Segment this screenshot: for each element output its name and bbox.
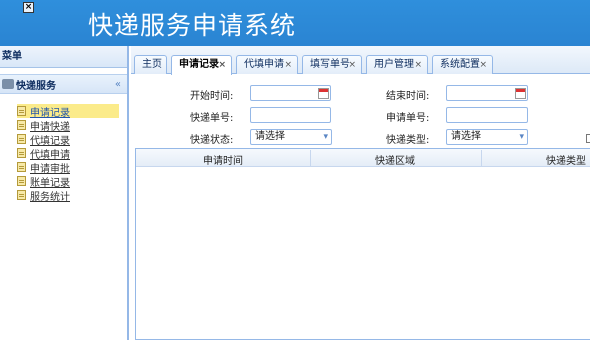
express-status-label: 快递状态:: [190, 135, 234, 146]
tab-user-management[interactable]: 用户管理 ×: [366, 55, 428, 74]
apply-no-input[interactable]: [446, 107, 528, 123]
table-header: 申请时间 快递区域 快递类型: [136, 149, 590, 167]
column-header-apply-time[interactable]: 申请时间: [203, 152, 243, 167]
sidebar-title: 菜单: [0, 46, 127, 68]
sidebar-item-label: 申请快递: [30, 121, 70, 133]
sidebar-item-label: 代填申请: [30, 149, 70, 161]
sidebar-item-label: 申请记录: [30, 107, 70, 119]
document-icon: [17, 106, 26, 116]
sidebar-item-statistics[interactable]: 服务统计: [17, 188, 127, 203]
chevron-down-icon: ▾: [519, 132, 524, 142]
sidebar-item-label: 服务统计: [30, 191, 70, 203]
express-no-input[interactable]: [250, 107, 331, 123]
express-no-label: 快递单号:: [190, 113, 234, 124]
sidebar-group-label: 快递服务: [16, 80, 56, 92]
chevron-down-icon: ▾: [323, 132, 328, 142]
tab-label: 申请记录: [179, 59, 219, 70]
end-time-input[interactable]: [446, 85, 528, 101]
tab-label: 主页: [142, 59, 162, 70]
start-time-input[interactable]: [250, 85, 331, 101]
sidebar-item-proxy-records[interactable]: 代填记录: [17, 132, 127, 147]
document-icon: [17, 120, 26, 130]
express-status-select[interactable]: 请选择 ▾: [250, 129, 332, 145]
tab-label: 用户管理: [374, 59, 414, 70]
tab-close-icon[interactable]: ×: [348, 56, 356, 74]
sidebar-item-proxy-apply[interactable]: 代填申请: [17, 146, 127, 161]
main-panel: 主页 申请记录 × 代填申请 × 填写单号 × 用户管理 × 系统配置 × 开始时间: 结…: [131, 46, 590, 340]
tab-label: 填写单号: [310, 59, 350, 70]
tab-close-icon[interactable]: ×: [479, 56, 487, 74]
document-icon: [17, 134, 26, 144]
column-divider[interactable]: [481, 150, 482, 166]
tab-home[interactable]: 主页: [134, 55, 167, 74]
tab-close-icon[interactable]: ×: [414, 56, 422, 74]
tab-bar: 主页 申请记录 × 代填申请 × 填写单号 × 用户管理 × 系统配置 ×: [131, 46, 590, 75]
sidebar-item-apply-express[interactable]: 申请快递: [17, 118, 127, 133]
app-title: 快递服务申请系统: [88, 11, 297, 40]
calendar-icon[interactable]: [515, 88, 526, 99]
printer-icon: [2, 79, 14, 89]
sidebar: 菜单 快递服务 « 申请记录 申请快递 代填记录 代填申请 申请审批 账单记录 …: [0, 46, 129, 340]
sidebar-item-label: 代填记录: [30, 135, 70, 147]
collapse-icon[interactable]: «: [115, 79, 121, 90]
sidebar-item-label: 申请审批: [30, 163, 70, 175]
checkbox[interactable]: [586, 134, 590, 143]
express-type-label: 快递类型:: [386, 135, 430, 146]
sidebar-group-express[interactable]: 快递服务 «: [0, 74, 127, 94]
sidebar-item-approval[interactable]: 申请审批: [17, 160, 127, 175]
sidebar-item-label: 账单记录: [30, 177, 70, 189]
tab-label: 代填申请: [244, 59, 284, 70]
column-divider[interactable]: [310, 150, 311, 166]
start-time-label: 开始时间:: [190, 91, 234, 102]
tab-label: 系统配置: [440, 59, 480, 70]
document-icon: [17, 162, 26, 172]
sidebar-item-apply-records[interactable]: 申请记录: [17, 104, 119, 119]
tab-fill-number[interactable]: 填写单号 ×: [302, 55, 362, 74]
tab-system-config[interactable]: 系统配置 ×: [432, 55, 493, 74]
express-status-value: 请选择: [255, 131, 285, 142]
sidebar-item-bills[interactable]: 账单记录: [17, 174, 127, 189]
apply-no-label: 申请单号:: [386, 113, 430, 124]
close-icon[interactable]: ×: [23, 2, 34, 13]
tab-close-icon[interactable]: ×: [218, 56, 226, 74]
tab-apply-records[interactable]: 申请记录 ×: [171, 55, 232, 75]
tab-proxy-apply[interactable]: 代填申请 ×: [236, 55, 298, 74]
tab-close-icon[interactable]: ×: [284, 56, 292, 74]
records-table: 申请时间 快递区域 快递类型: [135, 148, 590, 340]
calendar-icon[interactable]: [318, 88, 329, 99]
end-time-label: 结束时间:: [386, 91, 430, 102]
document-icon: [17, 176, 26, 186]
express-type-select[interactable]: 请选择 ▾: [446, 129, 528, 145]
column-header-express-type[interactable]: 快递类型: [546, 152, 586, 167]
document-icon: [17, 148, 26, 158]
column-header-express-area[interactable]: 快递区域: [375, 152, 415, 167]
express-type-value: 请选择: [451, 131, 481, 142]
search-form: 开始时间: 结束时间: 快递单号: 申请单号: 快递状态: 请选择 ▾ 快递类型:…: [131, 74, 590, 148]
document-icon: [17, 190, 26, 200]
app-header: × 快递服务申请系统: [0, 0, 590, 46]
